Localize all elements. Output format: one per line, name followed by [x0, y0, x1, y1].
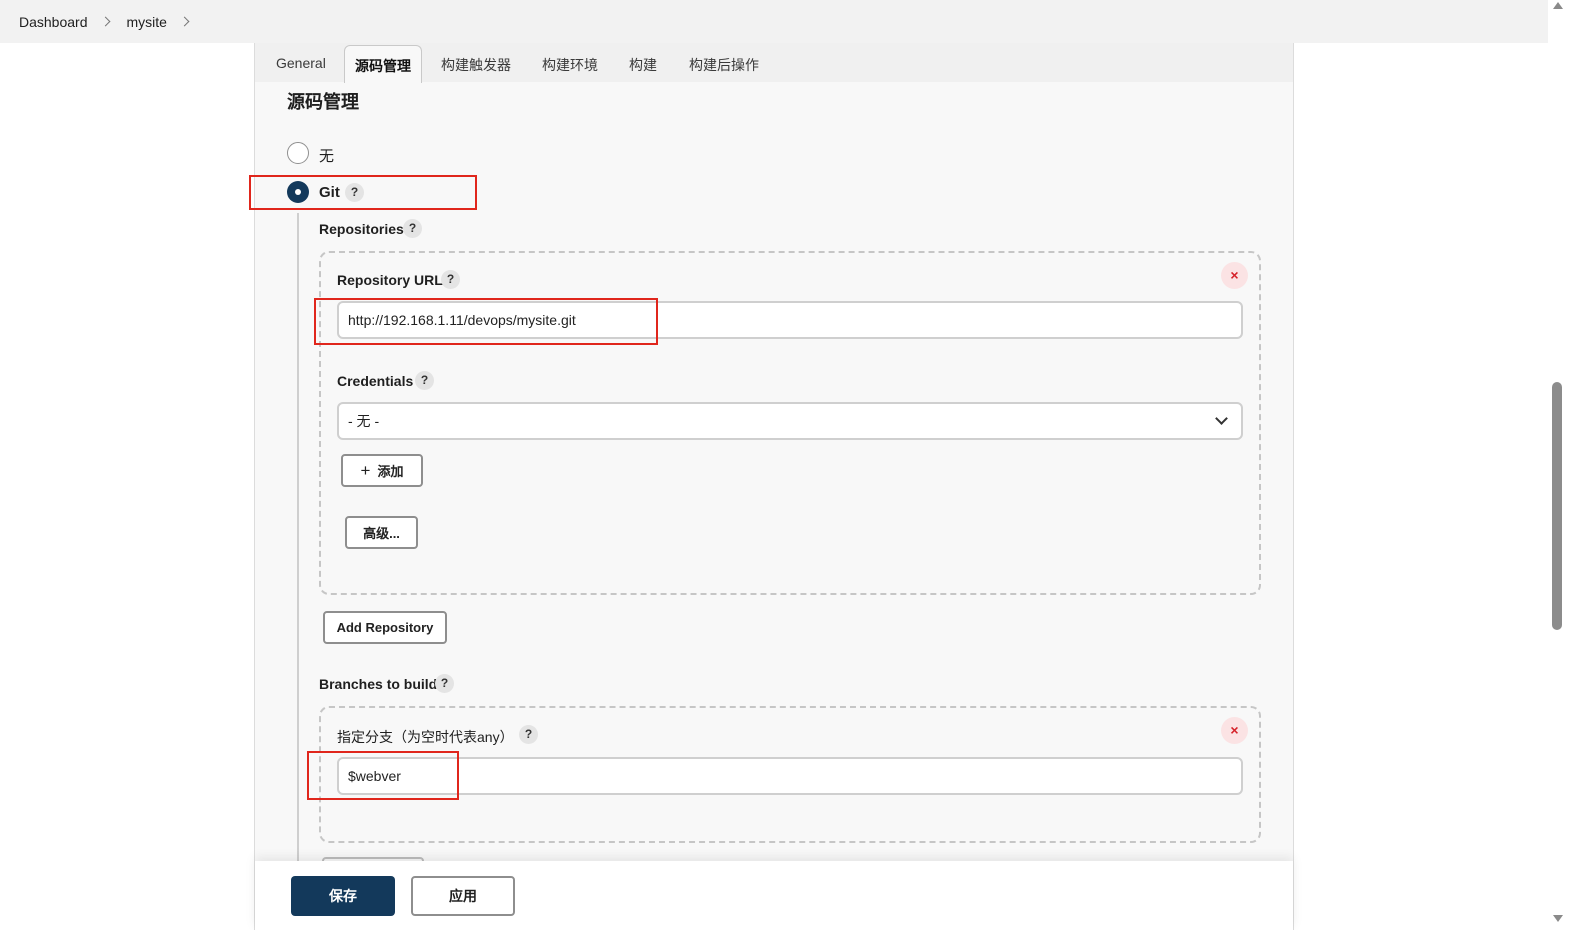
advanced-button[interactable]: 高级...: [345, 516, 418, 549]
radio-none-label: 无: [319, 148, 335, 165]
chevron-down-icon: [1215, 412, 1228, 425]
credentials-selected-value: - 无 -: [348, 413, 380, 429]
breadcrumb: Dashboard mysite: [0, 0, 1548, 43]
config-tabs: General 源码管理 构建触发器 构建环境 构建 构建后操作: [255, 43, 1293, 83]
tab-general[interactable]: General: [276, 55, 326, 71]
help-icon[interactable]: ?: [435, 674, 454, 693]
tab-build-environment[interactable]: 构建环境: [542, 55, 598, 75]
chevron-right-icon[interactable]: [179, 16, 190, 27]
highlight-box-branch: [307, 751, 459, 800]
section-title: 源码管理: [287, 92, 359, 112]
scroll-down-arrow-icon[interactable]: [1553, 915, 1563, 922]
tab-build[interactable]: 构建: [629, 55, 657, 75]
branch-specifier-input[interactable]: [337, 757, 1243, 795]
help-icon[interactable]: ?: [441, 270, 460, 289]
help-icon[interactable]: ?: [403, 219, 422, 238]
scrollbar-thumb[interactable]: [1552, 382, 1562, 630]
footer-bar: 保存 应用: [255, 861, 1293, 930]
highlight-box-url: [314, 298, 658, 345]
remove-repository-close-icon[interactable]: ×: [1221, 262, 1248, 289]
add-credentials-button[interactable]: + 添加: [341, 454, 423, 487]
tab-build-triggers[interactable]: 构建触发器: [441, 55, 511, 75]
plus-icon: +: [360, 461, 371, 480]
apply-button[interactable]: 应用: [411, 876, 515, 916]
highlight-box-git: [249, 175, 477, 210]
scroll-up-arrow-icon[interactable]: [1553, 2, 1563, 9]
chevron-right-icon: [100, 16, 110, 27]
repositories-label: Repositories: [319, 221, 404, 237]
add-credentials-label: 添加: [377, 464, 404, 479]
radio-none[interactable]: [287, 142, 309, 164]
help-icon[interactable]: ?: [519, 725, 538, 744]
help-icon[interactable]: ?: [415, 371, 434, 390]
tab-post-build[interactable]: 构建后操作: [689, 55, 759, 75]
breadcrumb-dashboard[interactable]: Dashboard: [19, 14, 88, 30]
repository-url-label: Repository URL: [337, 272, 443, 288]
credentials-select[interactable]: - 无 -: [337, 402, 1243, 440]
add-repository-button[interactable]: Add Repository: [323, 611, 447, 644]
remove-branch-close-icon[interactable]: ×: [1221, 717, 1248, 744]
branch-specifier-label: 指定分支（为空时代表any）: [337, 729, 514, 745]
breadcrumb-mysite[interactable]: mysite: [127, 14, 167, 30]
save-button[interactable]: 保存: [291, 876, 395, 916]
branches-label: Branches to build: [319, 676, 438, 692]
tab-scm[interactable]: 源码管理: [344, 45, 422, 83]
credentials-label: Credentials: [337, 373, 414, 389]
git-section-divider: [297, 213, 299, 930]
